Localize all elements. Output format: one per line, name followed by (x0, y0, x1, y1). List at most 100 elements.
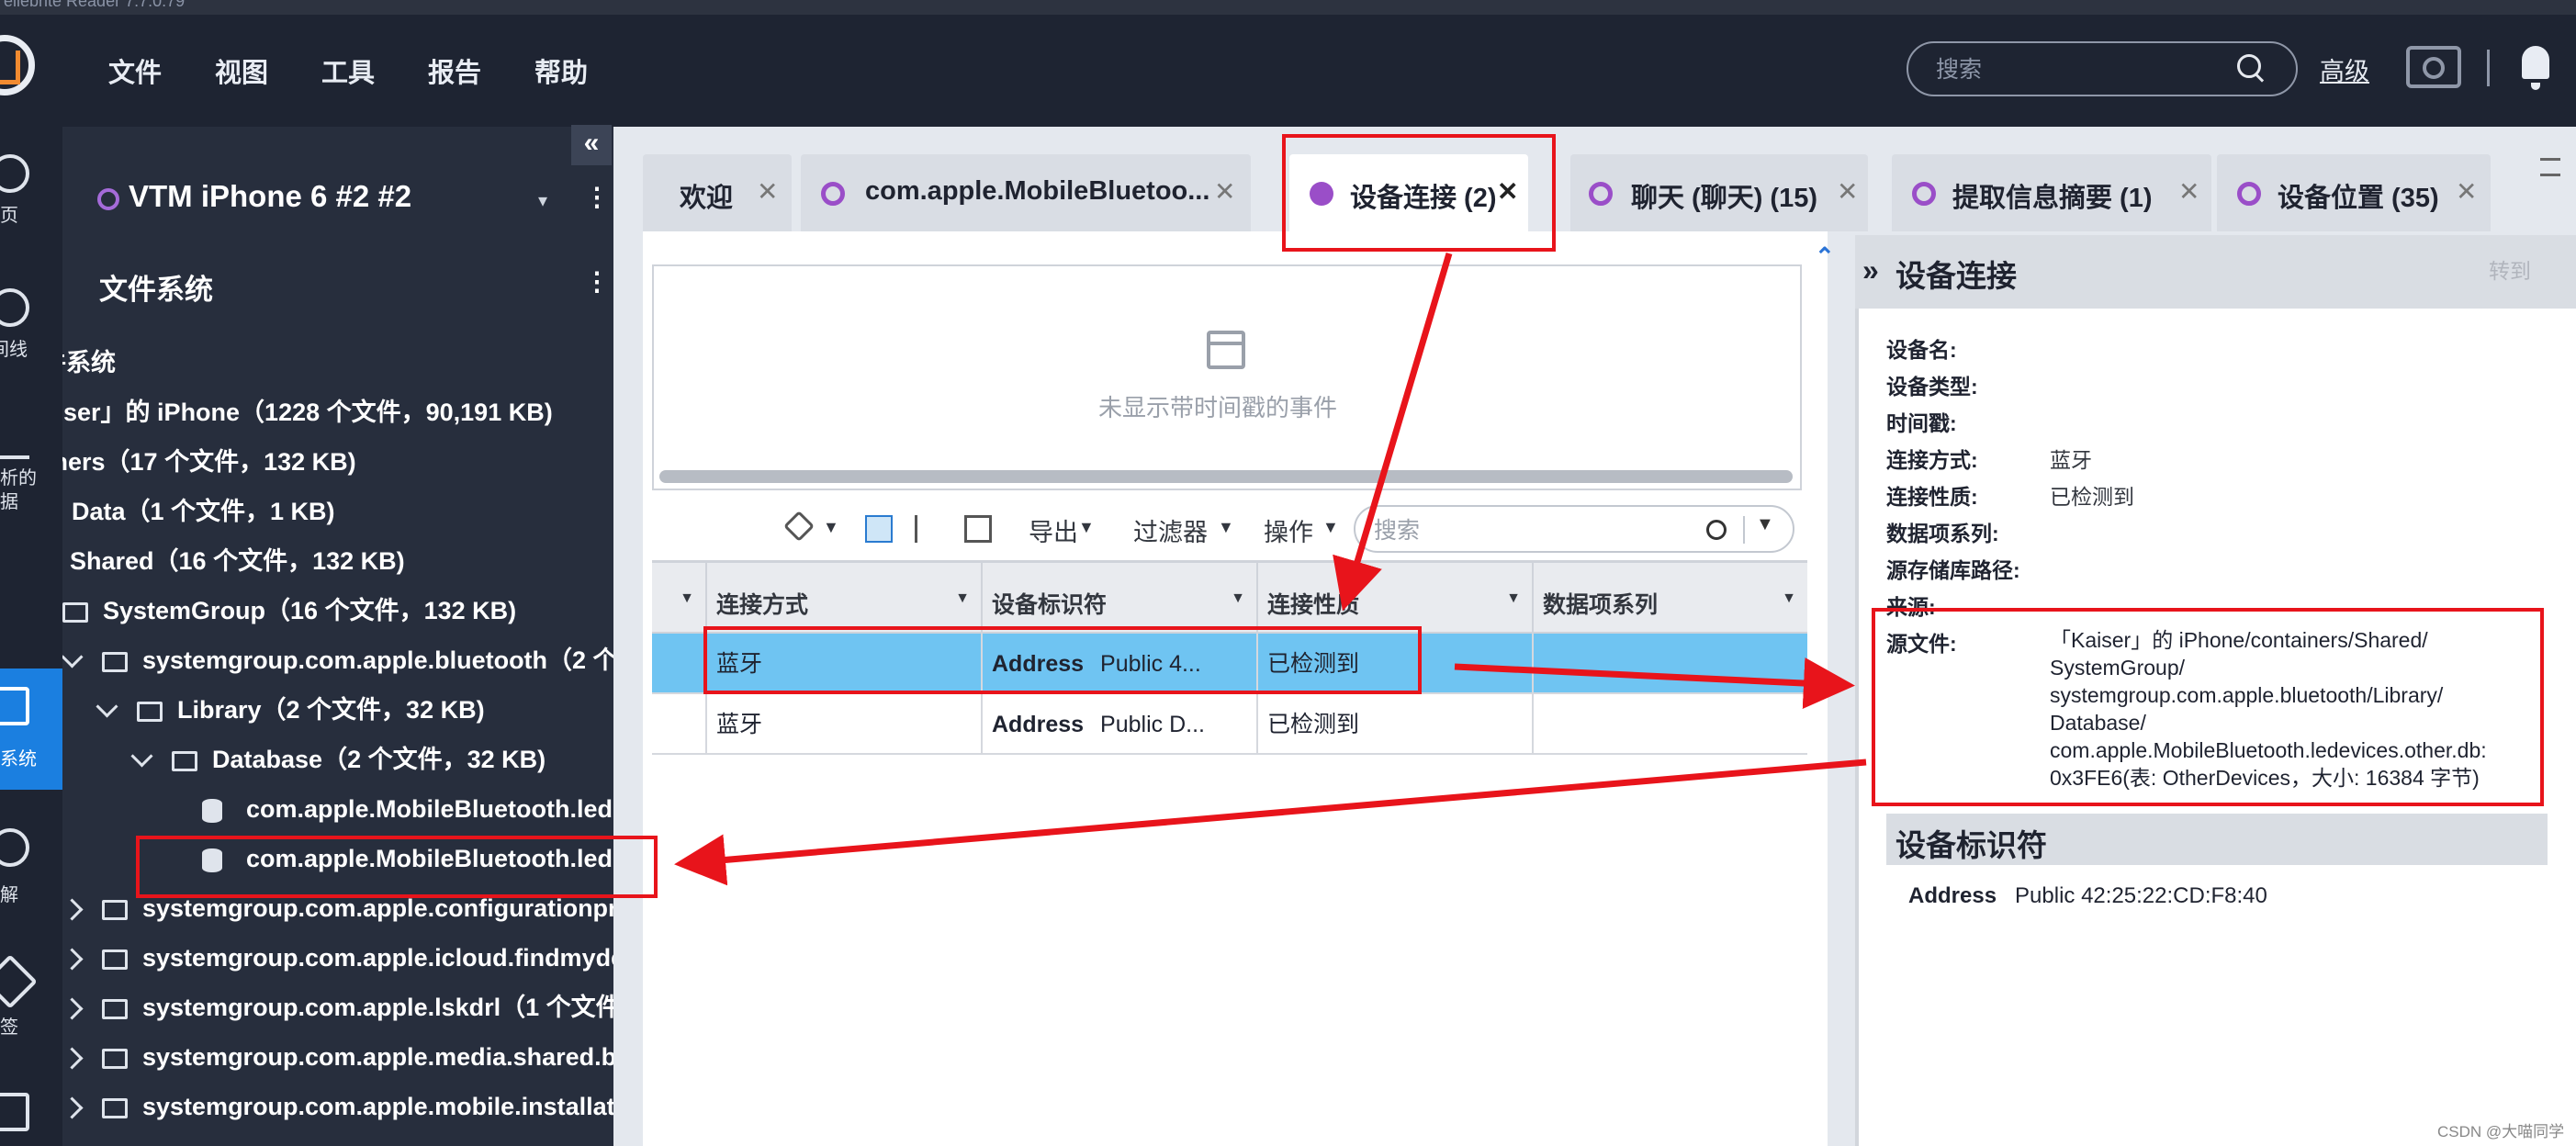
chevron-right-icon[interactable] (62, 1096, 84, 1119)
search-icon[interactable] (2237, 54, 2261, 78)
column-menu-icon[interactable]: ▼ (1506, 590, 1521, 607)
menu-report[interactable]: 报告 (428, 51, 481, 90)
tree-row[interactable]: 文件系统 (62, 338, 116, 388)
search-icon[interactable] (1706, 520, 1727, 540)
tree-row[interactable]: systemgroup.com.apple.mobile.installatio… (62, 1082, 613, 1131)
tree-row[interactable]: containers（17 个文件，132 KB) (62, 437, 356, 487)
chevron-right-icon[interactable] (62, 898, 84, 921)
top-bar: 文件 视图 工具 报告 帮助 高级 (0, 15, 2576, 127)
chevron-right-icon[interactable] (62, 948, 84, 971)
tree-row[interactable]: systemgroup.com.apple.bluetooth（2 个文件，32… (62, 635, 613, 685)
report-icon (0, 1093, 29, 1131)
column-menu-icon[interactable]: ▼ (1782, 590, 1796, 607)
close-icon[interactable]: ✕ (1214, 176, 1235, 207)
collapse-up-icon[interactable]: ⌃ (1815, 242, 1835, 271)
tag-dropdown-icon[interactable]: ▼ (823, 518, 839, 537)
column-header-method[interactable]: 连接方式 ▼ (705, 563, 981, 636)
goto-menu[interactable]: 转到 (2489, 253, 2531, 285)
export-menu[interactable]: 导出 (1029, 512, 1078, 548)
tag-icon (0, 954, 38, 1009)
tree-row[interactable]: systemgroup.com.apple.lskdrl（1 个文件） (62, 983, 613, 1032)
tree-row[interactable]: Database（2 个文件，32 KB) (130, 735, 546, 784)
checklist-icon[interactable] (915, 515, 942, 543)
field-label: 设备类型: (1886, 375, 1978, 399)
tab-extraction-summary[interactable]: 提取信息摘要 (1) ✕ (1892, 154, 2211, 231)
folder-icon (102, 651, 128, 672)
tree-label: systemgroup.com.apple.media.shared.books (142, 1043, 613, 1071)
tree-row[interactable]: SystemGroup（16 个文件，132 KB) (62, 586, 516, 635)
column-header-series[interactable]: 数据项系列 ▼ (1532, 563, 1807, 636)
tree-row[interactable]: 「Kaiser」的 iPhone（1228 个文件，90,191 KB) (62, 388, 553, 437)
column-header-identifier[interactable]: 设备标识符 ▼ (981, 563, 1256, 636)
tab-list-menu-icon[interactable] (2540, 158, 2560, 176)
column-menu-icon[interactable]: ▼ (1231, 590, 1245, 607)
field-label: 源存储库路径: (1886, 558, 2020, 582)
grid-search-input[interactable] (1372, 516, 1688, 545)
tree-label: systemgroup.com.apple.configurationprofi… (142, 894, 613, 922)
clock-icon (0, 288, 29, 327)
filter-menu[interactable]: 过滤器 (1133, 512, 1208, 548)
notification-bell-icon[interactable] (2522, 46, 2549, 90)
details-title: 设备连接 (1895, 259, 2017, 293)
device-name[interactable]: VTM iPhone 6 #2 #2 (129, 179, 411, 214)
menu-view[interactable]: 视图 (215, 51, 268, 90)
device-more-icon[interactable]: ⋮ (584, 182, 610, 212)
rail-label-file-system: 文件系统 (0, 749, 37, 770)
tree-row[interactable]: systemgroup.com.apple.icloud.findmydevic… (62, 933, 613, 983)
tree-row[interactable]: Data（1 个文件，1 KB) (72, 487, 335, 536)
list-view-icon[interactable] (964, 515, 992, 543)
tree-row[interactable]: Library（2 个文件，32 KB) (96, 685, 485, 735)
tab-label: 设备位置 (35) (2278, 184, 2439, 213)
close-icon[interactable]: ✕ (1837, 176, 1858, 207)
column-menu-icon[interactable]: ▼ (955, 590, 970, 607)
menu-tools[interactable]: 工具 (321, 51, 375, 90)
search-options-icon[interactable]: ▼ (1756, 514, 1774, 535)
chevron-down-icon: ▼ (1322, 518, 1339, 536)
tab-bluetooth-db[interactable]: com.apple.MobileBluetoo... ✕ (801, 154, 1251, 231)
file-tree: 文件系统 「Kaiser」的 iPhone（1228 个文件，90,191 KB… (62, 338, 613, 1146)
actions-menu[interactable]: 操作 (1264, 512, 1313, 548)
advanced-search-link[interactable]: 高级 (2320, 51, 2369, 87)
column-header-nature[interactable]: 连接性质 ▼ (1256, 563, 1532, 636)
close-icon[interactable]: ✕ (2178, 176, 2199, 207)
folder-icon (102, 1097, 128, 1118)
screenshot-camera-icon[interactable] (2406, 46, 2461, 88)
chevron-right-icon[interactable] (62, 1047, 84, 1070)
table-row[interactable]: 蓝牙 Address Public D... 已检测到 (652, 694, 1807, 755)
horizontal-scrollbar[interactable] (659, 470, 1793, 483)
field-label: 数据项系列: (1886, 522, 1999, 545)
identifier-section-title: 设备标识符 (1895, 828, 2047, 862)
menu-file[interactable]: 文件 (108, 51, 162, 90)
menu-help[interactable]: 帮助 (534, 51, 588, 90)
collapse-sidebar-button[interactable]: « (571, 125, 612, 165)
grid-header-selector[interactable]: ▼ (652, 563, 705, 636)
section-more-icon[interactable]: ⋮ (584, 266, 610, 297)
tree-row[interactable]: com.apple.MobileBluetooth.ledevices.othe… (202, 784, 613, 834)
annotation-box-tab (1282, 134, 1556, 252)
tab-chats[interactable]: 聊天 (聊天) (15) ✕ (1570, 154, 1868, 231)
chevron-down-icon[interactable] (96, 695, 118, 718)
column-menu-icon[interactable]: ▼ (680, 590, 694, 607)
tab-device-locations[interactable]: 设备位置 (35) ✕ (2217, 154, 2491, 231)
tab-welcome[interactable]: 欢迎 ✕ (643, 154, 792, 231)
expand-panel-icon[interactable]: » (1862, 253, 1879, 287)
toolbar-divider (2487, 50, 2490, 86)
close-icon[interactable]: ✕ (2456, 176, 2477, 207)
chevron-right-icon[interactable] (62, 997, 84, 1020)
cell-series (1532, 694, 1807, 755)
row-selector[interactable] (652, 694, 705, 755)
device-dropdown-icon[interactable]: ▾ (538, 189, 547, 212)
chevron-down-icon: ▼ (1218, 518, 1234, 536)
tree-row[interactable]: systemgroup.com.apple.media.shared.books (62, 1032, 613, 1082)
tab-bar: 欢迎 ✕ com.apple.MobileBluetoo... ✕ 设备连接 (… (613, 136, 2576, 231)
tree-row[interactable]: Shared（16 个文件，132 KB) (70, 536, 405, 586)
global-search-input[interactable] (1934, 52, 2232, 87)
identifier-section-header: 设备标识符 (1886, 814, 2548, 865)
annotation-box-file (136, 836, 658, 898)
chevron-down-icon[interactable] (130, 745, 153, 768)
tree-label: systemgroup.com.apple.icloud.findmydevic… (142, 944, 613, 972)
chevron-down-icon[interactable] (62, 646, 84, 668)
checklist-all-icon[interactable] (865, 515, 893, 543)
row-selector[interactable] (652, 634, 705, 694)
close-icon[interactable]: ✕ (757, 176, 778, 207)
